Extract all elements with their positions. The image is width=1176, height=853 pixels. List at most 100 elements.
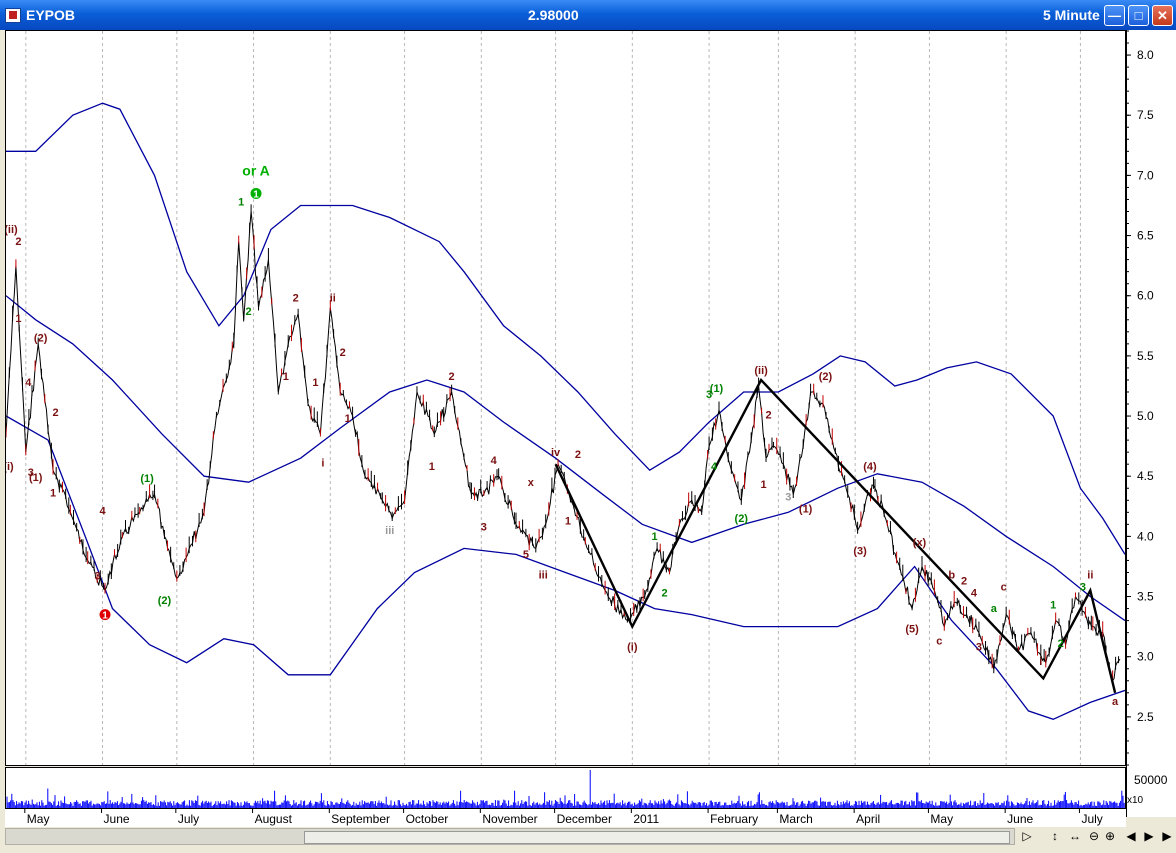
wave-label: 4 — [25, 377, 32, 389]
wave-marker-label: 1 — [253, 189, 259, 200]
date-axis-label: September — [331, 812, 390, 826]
date-axis-label: August — [255, 812, 293, 826]
wave-label: iii — [539, 569, 548, 581]
date-axis-label: March — [779, 812, 812, 826]
wave-label: 3 — [785, 491, 791, 503]
date-axis-label: October — [406, 812, 449, 826]
date-axis-label: July — [1081, 812, 1102, 826]
date-axis-label: November — [482, 812, 537, 826]
wave-label: 2 — [765, 409, 771, 421]
price-axis-label: 3.0 — [1137, 650, 1154, 664]
last-price: 2.98000 — [528, 7, 579, 23]
close-icon: ✕ — [1157, 8, 1168, 23]
wave-label: (i) — [6, 461, 14, 473]
wave-label: 2 — [1058, 638, 1064, 650]
wave-label: (i) — [627, 642, 638, 654]
wave-label: 2 — [340, 347, 346, 359]
wave-marker-label: 1 — [102, 611, 108, 622]
price-chart-canvas[interactable]: 11(ii)21(i)3(1)4(2)2143(1)(2)12or A211ii… — [3, 31, 1126, 765]
wave-label: 1 — [429, 461, 435, 473]
close-button[interactable]: ✕ — [1152, 5, 1173, 26]
date-axis: May June July August September October Novembe… — [5, 809, 1126, 827]
wave-label: b — [948, 569, 955, 581]
zoom-in-icon: ⊕ — [1104, 829, 1116, 843]
zoom-in-button[interactable]: ▷ — [1020, 828, 1034, 845]
wave-label: 1 — [345, 413, 351, 425]
wave-label: 2 — [961, 576, 967, 588]
wave-label: 5 — [523, 549, 529, 561]
maximize-button[interactable]: □ — [1128, 5, 1149, 26]
arrow-right-icon: ▶ — [1144, 829, 1154, 843]
wave-label: 4 — [711, 461, 718, 473]
wave-label: 2 — [15, 236, 21, 248]
scroll-end-button[interactable]: ▶ — [1160, 828, 1174, 845]
fit-width-button[interactable]: ↔ — [1068, 828, 1082, 845]
wave-label: 4 — [971, 588, 978, 600]
window-titlebar: EYPOB 2.98000 5 Minute — □ ✕ — [0, 0, 1176, 30]
wave-label: ii — [1087, 569, 1093, 581]
wave-label: (2) — [34, 332, 48, 344]
wave-path-line — [554, 377, 1117, 694]
wave-label: 1 — [238, 196, 244, 208]
wave-label: 3 — [1080, 582, 1086, 594]
price-chart[interactable]: 11(ii)21(i)3(1)4(2)2143(1)(2)12or A211ii… — [3, 30, 1126, 766]
wave-label: 1 — [283, 371, 289, 383]
date-axis-label: May — [27, 812, 50, 826]
wave-label: (3) — [853, 545, 867, 557]
wave-label: iii — [385, 525, 394, 537]
minimize-button[interactable]: — — [1104, 5, 1125, 26]
date-axis-label: May — [930, 812, 953, 826]
scroll-right-button[interactable]: ▶ — [1142, 828, 1156, 845]
interval-label[interactable]: 5 Minute — [1043, 7, 1100, 23]
scroll-left-button[interactable]: ◀ — [1124, 828, 1138, 845]
wave-label: iv — [551, 447, 561, 459]
price-axis-label: 8.0 — [1137, 48, 1154, 62]
price-axis-label: 6.5 — [1137, 229, 1154, 243]
scrollbar-thumb[interactable] — [304, 831, 1010, 844]
wave-label: (2) — [819, 371, 833, 383]
wave-label: 1 — [652, 531, 658, 543]
wave-label: i — [1039, 656, 1042, 668]
wave-label: 2 — [293, 293, 299, 305]
maximize-icon: □ — [1134, 8, 1143, 23]
date-axis-label: December — [557, 812, 612, 826]
price-axis-label: 7.5 — [1137, 108, 1154, 122]
zoom-out-button[interactable]: ⊖ — [1087, 828, 1101, 845]
wave-label: 3 — [95, 571, 101, 583]
wave-label: i — [321, 458, 324, 470]
wave-label: 3 — [976, 642, 982, 654]
wave-label: 2 — [52, 407, 58, 419]
wave-label: 4 — [491, 455, 498, 467]
wave-label: (1) — [710, 383, 724, 395]
wave-label: 1 — [760, 479, 766, 491]
wave-label: a — [1112, 696, 1119, 708]
date-axis-label: June — [1007, 812, 1033, 826]
wave-label: (2) — [735, 513, 749, 525]
date-axis-canvas: May June July August September October Novembe… — [24, 809, 1103, 826]
price-axis-label: 4.5 — [1137, 469, 1154, 483]
price-axis: 2.5 3.0 3.5 4.0 4.5 5.0 5.5 6.0 6.5 7.0 7.5 8.0 5000… — [1126, 30, 1176, 817]
app-icon — [5, 8, 21, 23]
end-icon: ▶ — [1162, 829, 1172, 843]
price-axis-label: 6.0 — [1137, 289, 1154, 303]
date-axis-label: June — [104, 812, 130, 826]
wave-label: x — [528, 477, 535, 489]
symbol-title: EYPOB — [26, 7, 76, 23]
wave-label: 1 — [1050, 600, 1056, 612]
volume-max-label: 50000 — [1134, 773, 1168, 787]
wave-label: 2 — [575, 449, 581, 461]
price-axis-label: 5.5 — [1137, 349, 1154, 363]
wave-label: 1 — [565, 515, 571, 527]
wave-label: (2) — [158, 595, 172, 607]
wave-label: c — [1001, 582, 1007, 594]
fit-icon: ↔ — [1069, 829, 1081, 843]
chart-scrollbar[interactable] — [5, 828, 1015, 845]
zoom-out-icon: ⊖ — [1088, 829, 1100, 843]
volume-panel[interactable] — [5, 767, 1126, 809]
wave-label: 2 — [246, 306, 252, 318]
pan-vertical-button[interactable]: ↕ — [1048, 828, 1062, 845]
wave-label: (1) — [799, 503, 813, 515]
wave-label: 2 — [449, 371, 455, 383]
minimize-icon: — — [1108, 8, 1121, 23]
zoom-in-small-button[interactable]: ⊕ — [1103, 828, 1117, 845]
